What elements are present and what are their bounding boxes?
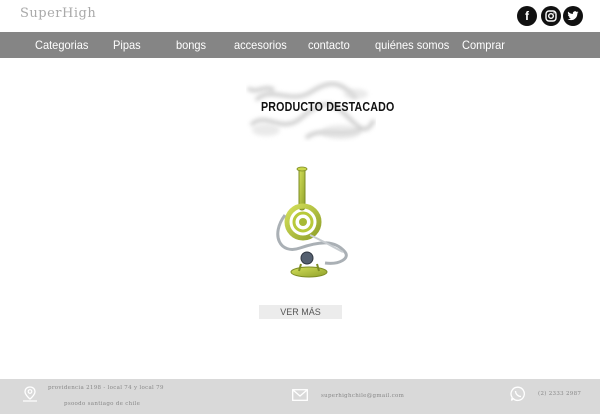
address-line-1: providencia 2198 - local 74 y local 79 bbox=[48, 385, 164, 391]
twitter-icon[interactable] bbox=[563, 6, 583, 26]
top-bar: SuperHigh f bbox=[0, 0, 600, 32]
whatsapp-icon bbox=[510, 386, 525, 402]
email-address[interactable]: superhighchile@gmail.com bbox=[321, 393, 404, 399]
nav-item-quienes-somos[interactable]: quiénes somos bbox=[375, 32, 449, 58]
product-image[interactable] bbox=[255, 160, 355, 285]
instagram-icon[interactable] bbox=[541, 6, 561, 26]
nav-item-bongs[interactable]: bongs bbox=[176, 32, 206, 58]
nav-item-comprar[interactable]: Comprar bbox=[462, 32, 505, 58]
featured-heading: PRODUCTO DESTACADO bbox=[246, 80, 394, 142]
nav-item-categorias[interactable]: Categorias bbox=[35, 32, 88, 58]
nav-item-contacto[interactable]: contacto bbox=[308, 32, 350, 58]
main-nav: Categorias Pipas bongs accesorios contac… bbox=[0, 32, 600, 58]
instagram-glyph bbox=[545, 10, 557, 22]
site-logo[interactable]: SuperHigh bbox=[20, 6, 96, 21]
mail-icon bbox=[292, 389, 308, 401]
nav-item-accesorios[interactable]: accesorios bbox=[234, 32, 287, 58]
nav-item-pipas[interactable]: Pipas bbox=[113, 32, 141, 58]
location-icon bbox=[23, 386, 37, 402]
featured-title: PRODUCTO DESTACADO bbox=[261, 99, 395, 114]
twitter-glyph bbox=[567, 11, 579, 21]
address-line-2: psoodo santiago de chile bbox=[64, 401, 141, 407]
phone-number[interactable]: (2) 2333 2987 bbox=[538, 391, 581, 397]
see-more-button[interactable]: VER MÁS bbox=[259, 305, 342, 319]
site-footer: providencia 2198 - local 74 y local 79 p… bbox=[0, 379, 600, 414]
facebook-icon[interactable]: f bbox=[517, 6, 537, 26]
